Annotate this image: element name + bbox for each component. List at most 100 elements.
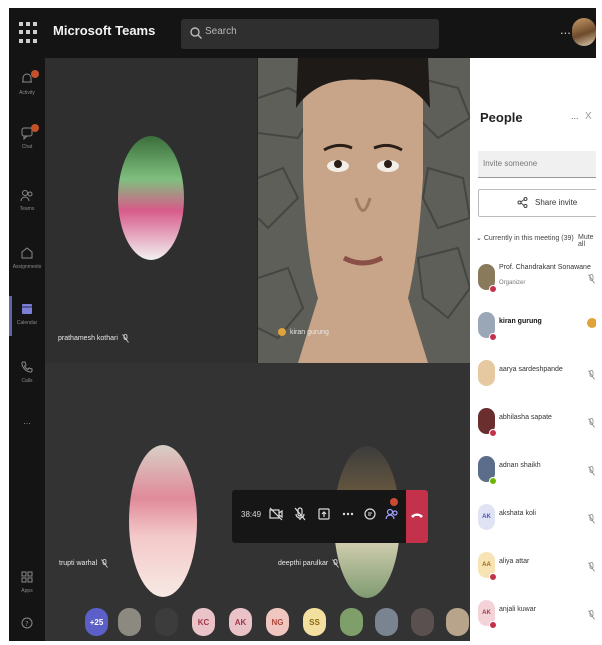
assignments-icon bbox=[21, 247, 33, 259]
strip-avatar[interactable]: AK bbox=[229, 608, 252, 636]
strip-avatar[interactable]: NG bbox=[266, 608, 289, 636]
in-meeting-section-header[interactable]: ⌄ Currently in this meeting (39) bbox=[476, 234, 574, 242]
participant-row[interactable]: kiran gurung bbox=[478, 306, 596, 346]
avatar-initials: AK bbox=[482, 610, 491, 616]
rail-teams[interactable]: Teams bbox=[9, 182, 45, 228]
user-avatar[interactable] bbox=[572, 18, 596, 46]
participant-name: adnan shaikh bbox=[499, 462, 541, 469]
presence-status-icon bbox=[489, 429, 497, 437]
participant-name: kiran gurung bbox=[499, 318, 542, 325]
mic-off-icon bbox=[588, 415, 595, 428]
mic-toggle-button[interactable] bbox=[290, 504, 310, 524]
mic-off-icon bbox=[588, 367, 595, 380]
video-tile-active-speaker[interactable]: kiran gurung bbox=[258, 58, 470, 363]
share-screen-button[interactable] bbox=[314, 504, 334, 524]
presence-status-icon bbox=[489, 621, 497, 629]
close-panel-button[interactable]: X bbox=[585, 111, 592, 122]
search-input[interactable]: Search bbox=[181, 19, 439, 49]
raised-hand-icon bbox=[587, 318, 596, 328]
notification-badge bbox=[31, 124, 39, 132]
mute-all-button[interactable]: Mute all bbox=[578, 234, 596, 248]
show-participants-button[interactable] bbox=[382, 504, 402, 524]
more-options-button[interactable]: ... bbox=[560, 22, 571, 37]
rail-activity[interactable]: Activity bbox=[9, 66, 45, 112]
strip-avatar[interactable]: KC bbox=[192, 608, 215, 636]
teams-icon bbox=[20, 190, 33, 202]
rail-label: Chat bbox=[21, 144, 33, 150]
more-icon bbox=[342, 512, 354, 516]
mic-off-icon bbox=[588, 559, 595, 572]
share-icon bbox=[517, 197, 528, 208]
teams-window: Microsoft Teams Search ... Activity Chat… bbox=[9, 8, 596, 641]
participant-name-tag: deepthi parulkar bbox=[278, 559, 340, 568]
rail-label: Calls bbox=[21, 378, 33, 384]
hang-up-icon bbox=[411, 513, 423, 518]
rail-label: Apps bbox=[21, 588, 33, 594]
camera-toggle-button[interactable] bbox=[266, 504, 286, 524]
video-tile[interactable]: prathamesh kothari bbox=[45, 58, 258, 363]
svg-text:?: ? bbox=[25, 620, 29, 628]
participants-count-badge bbox=[390, 498, 398, 506]
avatar-initials: AA bbox=[482, 562, 491, 568]
share-invite-button[interactable]: Share invite bbox=[478, 189, 596, 217]
strip-avatar[interactable]: SS bbox=[303, 608, 326, 636]
panel-title: People bbox=[480, 110, 523, 125]
more-icon: ... bbox=[23, 416, 31, 426]
strip-avatar[interactable] bbox=[155, 608, 178, 636]
overflow-participants-button[interactable]: +25 bbox=[85, 608, 108, 636]
mic-off-icon bbox=[588, 463, 595, 476]
notification-badge bbox=[31, 70, 39, 78]
strip-avatar-label: AK bbox=[234, 617, 247, 627]
rail-help[interactable]: ? bbox=[9, 610, 45, 641]
presence-status-icon bbox=[489, 573, 497, 581]
camera-off-icon bbox=[269, 507, 283, 521]
presence-status-icon bbox=[489, 477, 497, 485]
invite-placeholder: Invite someone bbox=[483, 159, 538, 168]
section-title: Currently in this meeting (39) bbox=[483, 235, 574, 242]
participant-row[interactable]: abhilasha sapate bbox=[478, 402, 596, 442]
participant-row[interactable]: AK akshata koli bbox=[478, 498, 596, 538]
mic-off-icon bbox=[588, 271, 595, 284]
rail-label: Activity bbox=[19, 90, 35, 96]
mic-off-icon bbox=[294, 507, 306, 521]
strip-avatar[interactable] bbox=[340, 608, 363, 636]
strip-avatar-label: NG bbox=[271, 617, 284, 627]
participant-row[interactable]: AK anjali kuwar bbox=[478, 594, 596, 634]
presence-status-icon bbox=[489, 285, 497, 293]
mic-off-icon bbox=[588, 511, 595, 524]
rail-more[interactable]: ... bbox=[9, 408, 45, 454]
participant-avatar: AK bbox=[478, 504, 495, 530]
participant-name: prathamesh kothari bbox=[58, 335, 118, 342]
apps-icon bbox=[21, 571, 33, 583]
rail-label: Teams bbox=[19, 206, 35, 212]
app-launcher-icon[interactable] bbox=[19, 22, 41, 44]
rail-apps[interactable]: Apps bbox=[9, 564, 45, 610]
participant-name: trupti warhal bbox=[59, 560, 98, 567]
rail-calls[interactable]: Calls bbox=[9, 354, 45, 400]
app-title: Microsoft Teams bbox=[53, 23, 156, 38]
strip-avatar[interactable] bbox=[411, 608, 434, 636]
panel-more-button[interactable]: ... bbox=[571, 111, 579, 121]
participant-strip: +25 KC AK NG SS bbox=[45, 602, 470, 641]
strip-avatar[interactable] bbox=[375, 608, 398, 636]
rail-chat[interactable]: Chat bbox=[9, 120, 45, 166]
participant-name: Prof. Chandrakant Sonawane bbox=[499, 264, 591, 271]
strip-avatar[interactable] bbox=[118, 608, 141, 636]
chat-button[interactable] bbox=[360, 504, 380, 524]
hang-up-button[interactable] bbox=[406, 490, 428, 543]
chevron-down-icon: ⌄ bbox=[476, 235, 484, 242]
search-placeholder: Search bbox=[205, 26, 237, 37]
strip-avatar-label: KC bbox=[197, 617, 210, 627]
rail-calendar[interactable]: Calendar bbox=[9, 296, 45, 342]
rail-assignments[interactable]: Assignments bbox=[9, 240, 45, 286]
video-tile[interactable]: trupti warhal bbox=[45, 363, 258, 641]
participant-row[interactable]: Prof. Chandrakant Sonawane Organizer bbox=[478, 258, 596, 298]
more-actions-button[interactable] bbox=[338, 504, 358, 524]
invite-someone-input[interactable]: Invite someone bbox=[478, 151, 596, 178]
participant-row[interactable]: aarya sardeshpande bbox=[478, 354, 596, 394]
strip-avatar[interactable] bbox=[446, 608, 469, 636]
participant-row[interactable]: AA aliya attar bbox=[478, 546, 596, 586]
phone-icon bbox=[21, 361, 33, 373]
participant-video bbox=[258, 58, 470, 363]
participant-row[interactable]: adnan shaikh bbox=[478, 450, 596, 490]
